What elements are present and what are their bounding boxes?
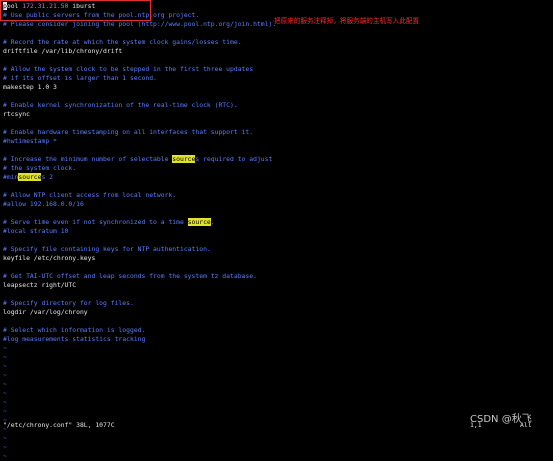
comment-line[interactable]: # Select which information is logged. [3, 326, 145, 335]
highlight-box-annotation [0, 0, 151, 21]
search-match-highlight: source [187, 218, 211, 226]
empty-buffer-line[interactable]: ~ [3, 434, 7, 443]
empty-buffer-line[interactable]: ~ [3, 362, 7, 371]
comment-line[interactable]: # if its offset is larger than 1 second. [3, 74, 157, 83]
tilde-marker: ~ [3, 353, 7, 361]
terminal-window[interactable]: pool 172.31.21.50 iburst # Use public ser… [0, 0, 553, 460]
config-text: driftfile /var/lib/chrony/drift [3, 47, 123, 55]
comment-text: #allow 192.168.0.0/16 [3, 200, 84, 208]
config-line[interactable]: rtcsync [3, 110, 30, 119]
tilde-marker: ~ [3, 452, 7, 460]
comment-line[interactable]: # Enable kernel synchronization of the r… [3, 101, 238, 110]
csdn-watermark: CSDN @秋飞 [470, 414, 532, 425]
comment-line[interactable]: #minsources 2 [3, 173, 53, 182]
tilde-marker: ~ [3, 389, 7, 397]
config-text: rtcsync [3, 110, 30, 118]
comment-line[interactable]: # Get TAI-UTC offset and leap seconds fr… [3, 272, 257, 281]
tilde-marker: ~ [3, 371, 7, 379]
annotation-note: 把原来的服务注释掉，将服务端的主机写入此配置 [274, 17, 420, 25]
comment-line[interactable]: # Enable hardware timestamping on all in… [3, 128, 253, 137]
comment-text: # Enable kernel synchronization of the r… [3, 101, 238, 109]
empty-buffer-line[interactable]: ~ [3, 398, 7, 407]
comment-text: # Select which information is logged. [3, 326, 146, 334]
comment-text: # Please consider joining the pool (http… [3, 20, 277, 28]
comment-line[interactable]: # Please consider joining the pool (http… [3, 20, 276, 29]
search-match-highlight: source [18, 173, 42, 181]
comment-text: s required to adjust [195, 155, 273, 163]
config-line[interactable]: keyfile /etc/chrony.keys [3, 254, 95, 263]
empty-buffer-line[interactable]: ~ [3, 443, 7, 452]
config-line[interactable]: makestep 1.0 3 [3, 83, 57, 92]
empty-buffer-line[interactable]: ~ [3, 389, 7, 398]
comment-line[interactable]: # Serve time even if not synchronized to… [3, 218, 215, 227]
comment-line[interactable]: # Record the rate at which the system cl… [3, 38, 242, 47]
config-text: keyfile /etc/chrony.keys [3, 254, 96, 262]
vim-status-file-info: "/etc/chrony.conf" 38L, 1077C [3, 421, 115, 429]
tilde-marker: ~ [3, 407, 7, 415]
comment-text: # Allow the system clock to be stepped i… [3, 65, 254, 73]
empty-buffer-line[interactable]: ~ [3, 380, 7, 389]
config-line[interactable]: logdir /var/log/chrony [3, 308, 88, 317]
empty-buffer-line[interactable]: ~ [3, 371, 7, 380]
comment-text: # Specify directory for log files. [3, 299, 134, 307]
tilde-marker: ~ [3, 380, 7, 388]
comment-text: # Enable hardware timestamping on all in… [3, 128, 254, 136]
tilde-marker: ~ [3, 362, 7, 370]
comment-text: #log measurements statistics tracking [3, 335, 146, 343]
tilde-marker: ~ [3, 398, 7, 406]
empty-buffer-line[interactable]: ~ [3, 353, 7, 362]
comment-line[interactable]: # Increase the minimum number of selecta… [3, 155, 272, 164]
tilde-marker: ~ [3, 443, 7, 451]
comment-line[interactable]: #local stratum 10 [3, 227, 68, 236]
config-text: logdir /var/log/chrony [3, 308, 88, 316]
tilde-marker: ~ [3, 344, 7, 352]
comment-text: # Specify file containing keys for NTP a… [3, 245, 211, 253]
comment-text: #min [3, 173, 19, 181]
comment-line[interactable]: #log measurements statistics tracking [3, 335, 145, 344]
empty-buffer-line[interactable]: ~ [3, 407, 7, 416]
comment-text: . [210, 218, 215, 226]
config-text: makestep 1.0 3 [3, 83, 57, 91]
comment-text: # the system clock. [3, 164, 77, 172]
comment-text: #local stratum 10 [3, 227, 69, 235]
comment-text: # Record the rate at which the system cl… [3, 38, 242, 46]
comment-text: #hwtimestamp * [3, 137, 57, 145]
config-line[interactable]: driftfile /var/lib/chrony/drift [3, 47, 122, 56]
config-line[interactable]: leapsectz right/UTC [3, 281, 76, 290]
search-match-highlight: source [172, 155, 196, 163]
comment-line[interactable]: #allow 192.168.0.0/16 [3, 200, 84, 209]
comment-text: # Serve time even if not synchronized to… [3, 218, 188, 226]
comment-line[interactable]: # Specify file containing keys for NTP a… [3, 245, 211, 254]
comment-text: # Increase the minimum number of selecta… [3, 155, 173, 163]
comment-line[interactable]: # the system clock. [3, 164, 76, 173]
comment-line[interactable]: # Allow the system clock to be stepped i… [3, 65, 253, 74]
comment-line[interactable]: # Allow NTP client access from local net… [3, 191, 176, 200]
comment-text: # Get TAI-UTC offset and leap seconds fr… [3, 272, 257, 280]
empty-buffer-line[interactable]: ~ [3, 344, 7, 353]
config-text: leapsectz right/UTC [3, 281, 77, 289]
empty-buffer-line[interactable]: ~ [3, 452, 7, 461]
tilde-marker: ~ [3, 434, 7, 442]
comment-text: s 2 [41, 173, 54, 181]
comment-text: # Allow NTP client access from local net… [3, 191, 177, 199]
comment-line[interactable]: #hwtimestamp * [3, 137, 57, 146]
comment-line[interactable]: # Specify directory for log files. [3, 299, 134, 308]
comment-text: # if its offset is larger than 1 second. [3, 74, 157, 82]
